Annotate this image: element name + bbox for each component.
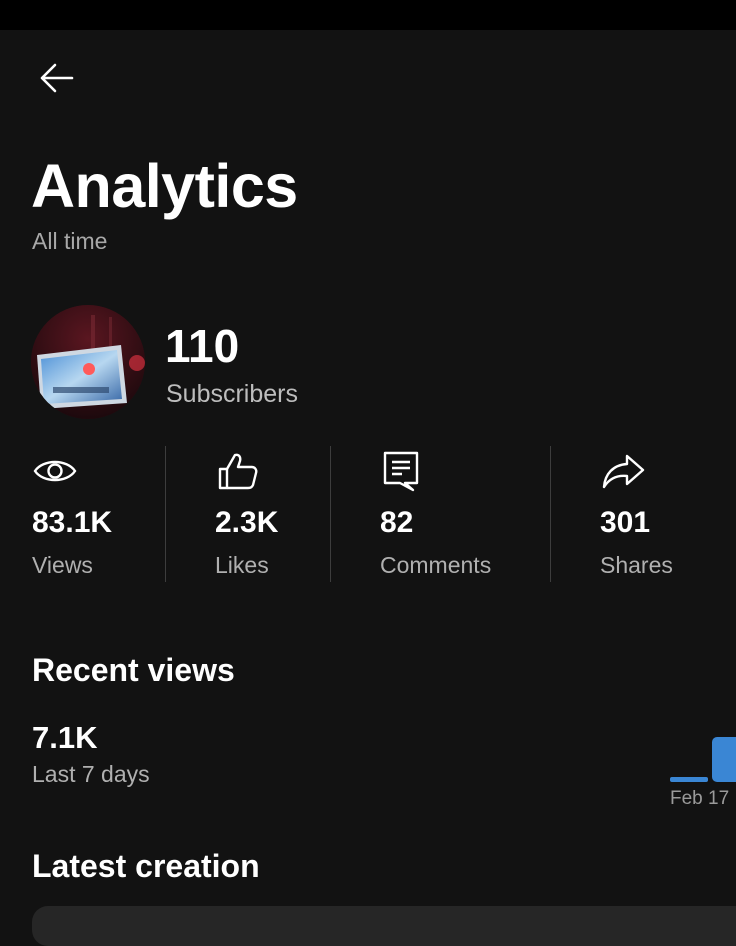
latest-creation-card[interactable]	[32, 906, 736, 946]
thumbs-up-icon	[215, 448, 261, 494]
chart-bar	[670, 777, 708, 782]
likes-label: Likes	[215, 552, 269, 578]
shares-label: Shares	[600, 552, 673, 578]
latest-creation-title: Latest creation	[32, 848, 260, 884]
recent-views-period: Last 7 days	[32, 761, 150, 787]
stat-divider	[330, 446, 331, 582]
views-label: Views	[32, 552, 93, 578]
views-value: 83.1K	[32, 506, 113, 539]
page-title: Analytics	[31, 152, 298, 220]
eye-icon	[32, 448, 78, 494]
share-arrow-icon	[600, 448, 646, 494]
likes-value: 2.3K	[215, 506, 279, 539]
arrow-left-icon	[40, 63, 74, 93]
comments-value: 82	[380, 506, 414, 539]
subscriber-label: Subscribers	[166, 380, 298, 408]
recent-views-value: 7.1K	[32, 720, 98, 755]
stat-divider	[550, 446, 551, 582]
subscriber-count: 110	[165, 320, 240, 372]
avatar[interactable]	[31, 305, 145, 419]
time-range-label: All time	[32, 228, 108, 254]
recent-views-title: Recent views	[32, 652, 235, 688]
comment-icon	[380, 448, 426, 494]
back-button[interactable]	[30, 56, 82, 100]
chart-date-label: Feb 17	[670, 788, 730, 809]
status-bar	[0, 0, 736, 30]
comments-label: Comments	[380, 552, 492, 578]
shares-value: 301	[600, 506, 651, 539]
stat-divider	[165, 446, 166, 582]
chart-bar	[712, 737, 736, 782]
recent-views-chart[interactable]	[660, 728, 736, 786]
